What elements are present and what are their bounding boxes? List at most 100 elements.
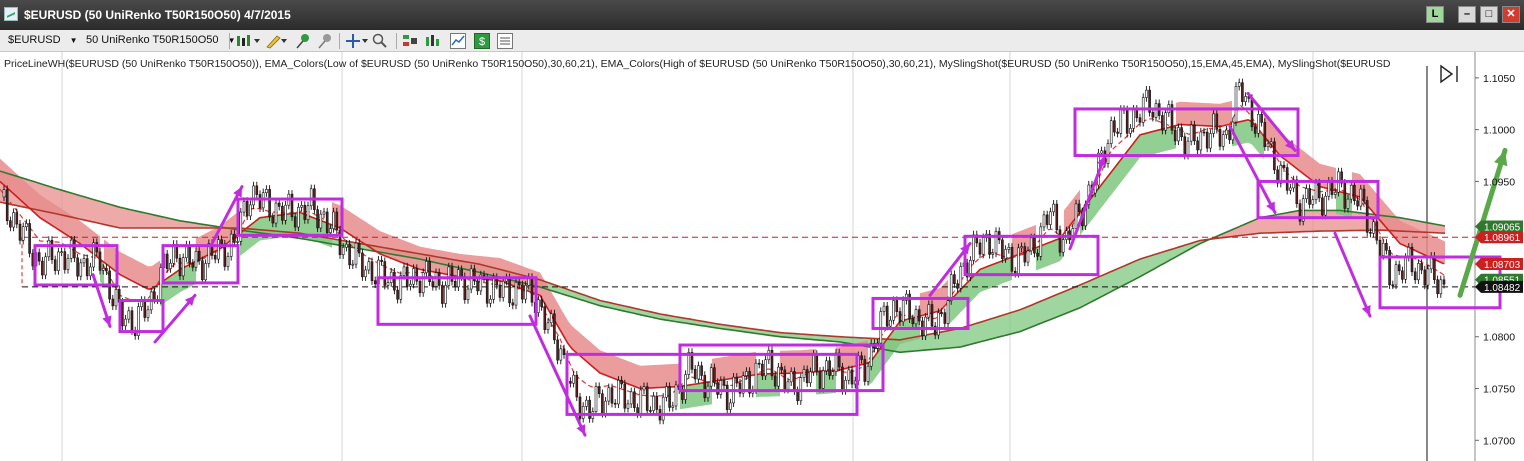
- bars-icon[interactable]: [425, 33, 441, 49]
- candle-body: [914, 309, 918, 325]
- candle-body: [543, 306, 547, 330]
- candle-body: [146, 309, 150, 318]
- ema-cloud-segment: [150, 214, 156, 229]
- candle-body: [1349, 184, 1353, 200]
- candle-body: [1404, 257, 1407, 280]
- candle-body: [2, 189, 6, 198]
- window-titlebar: $EURUSD (50 UniRenko T50R150O50) 4/7/201…: [0, 0, 1524, 30]
- ema-ribbon-segment: [432, 248, 436, 273]
- candle-body: [85, 258, 89, 277]
- candle-body: [226, 256, 230, 267]
- candle-body: [143, 300, 147, 318]
- candle-body: [1401, 270, 1404, 280]
- symbol-selector[interactable]: $EURUSD ▼: [8, 34, 78, 46]
- ema-ribbon-segment: [1140, 133, 1144, 158]
- candle-body: [1036, 252, 1039, 257]
- candle-body: [5, 189, 9, 222]
- candle-body: [946, 300, 950, 324]
- candle-body: [556, 339, 559, 361]
- candle-body: [1234, 86, 1238, 123]
- candle-body: [476, 280, 479, 292]
- bar-style-icon[interactable]: [236, 33, 262, 49]
- candle-body: [1125, 109, 1129, 134]
- candle-body: [1353, 184, 1356, 201]
- candle-body: [28, 223, 31, 254]
- candle-body: [780, 366, 783, 371]
- candle-body: [1282, 164, 1286, 168]
- chart-icon[interactable]: [450, 33, 466, 49]
- ema-ribbon-segment: [112, 245, 116, 272]
- ema-ribbon-segment: [936, 288, 940, 312]
- bar-type-selector[interactable]: 50 UniRenko T50R150O50 ▼: [86, 34, 235, 46]
- ema-cloud-segment: [1056, 292, 1062, 318]
- candle-body: [1295, 179, 1299, 204]
- ema-cloud-segment: [948, 329, 954, 349]
- candle-body: [1212, 113, 1215, 134]
- zoom-icon[interactable]: [372, 33, 388, 49]
- candle-body: [860, 355, 863, 360]
- price-chart[interactable]: 1.10501.10001.09501.08001.07501.07001.09…: [0, 52, 1524, 461]
- maximize-button[interactable]: □: [1480, 6, 1498, 23]
- ema-ribbon-segment: [608, 353, 612, 378]
- candle-body: [1100, 150, 1103, 154]
- crosshair-icon[interactable]: [345, 33, 369, 49]
- price-badge-label: 1.08482: [1484, 283, 1521, 294]
- candle-body: [114, 289, 118, 307]
- candle-body: [943, 312, 947, 324]
- ema-ribbon-segment: [1220, 102, 1224, 127]
- ema-ribbon-segment: [648, 365, 652, 389]
- ema-cloud-segment: [132, 210, 138, 229]
- ema-ribbon-segment: [688, 384, 692, 408]
- candle-body: [1413, 271, 1417, 281]
- candle-body: [124, 318, 127, 327]
- price-badge-label: 1.08703: [1484, 260, 1521, 271]
- candle-body: [882, 305, 886, 312]
- close-button[interactable]: ✕: [1502, 6, 1520, 23]
- ema-ribbon-segment: [1044, 243, 1048, 268]
- dollar-icon[interactable]: $: [474, 33, 490, 49]
- indicator-legend: PriceLineWH($EURUSD (50 UniRenko T50R150…: [4, 58, 1391, 70]
- candle-body: [745, 371, 748, 377]
- candle-body: [793, 371, 796, 392]
- trade-icon[interactable]: [402, 33, 418, 49]
- candle-body: [546, 322, 550, 330]
- minimize-button[interactable]: –: [1458, 6, 1476, 23]
- candle-body: [1244, 96, 1247, 102]
- pin-gray-icon[interactable]: [316, 33, 334, 49]
- candle-body: [1023, 246, 1027, 263]
- candle-body: [105, 267, 108, 272]
- candle-body: [850, 369, 854, 385]
- ema-ribbon-segment: [120, 251, 124, 277]
- candle-body: [66, 258, 70, 270]
- candle-body: [937, 312, 940, 336]
- candle-body: [1397, 264, 1401, 272]
- candle-body: [786, 381, 790, 390]
- ema-cloud-segment: [1086, 279, 1092, 305]
- ema-cloud-segment: [1062, 289, 1068, 315]
- candle-body: [575, 374, 579, 398]
- candle-body: [37, 252, 41, 262]
- candle-body: [364, 269, 367, 278]
- candle-body: [95, 242, 99, 253]
- candle-body: [1410, 246, 1414, 273]
- ema-ribbon-segment: [656, 364, 660, 388]
- ema-ribbon-segment: [1176, 101, 1180, 126]
- candle-body: [1183, 136, 1187, 156]
- candle-body: [153, 291, 156, 300]
- candle-body: [981, 237, 985, 255]
- candle-body: [245, 201, 249, 217]
- candle-body: [1221, 134, 1225, 147]
- pencil-icon[interactable]: [265, 33, 289, 49]
- pin-icon[interactable]: [294, 33, 312, 49]
- candle-body: [15, 212, 19, 225]
- list-icon[interactable]: [497, 33, 513, 49]
- candle-body: [441, 285, 444, 304]
- candle-body: [719, 380, 723, 395]
- ema-ribbon-segment: [1144, 132, 1148, 157]
- candle-body: [703, 375, 707, 399]
- candle-body: [9, 220, 12, 228]
- ema-cloud-segment: [120, 207, 126, 229]
- link-button[interactable]: L: [1426, 6, 1444, 23]
- candle-body: [1314, 182, 1318, 201]
- candle-body: [553, 313, 556, 341]
